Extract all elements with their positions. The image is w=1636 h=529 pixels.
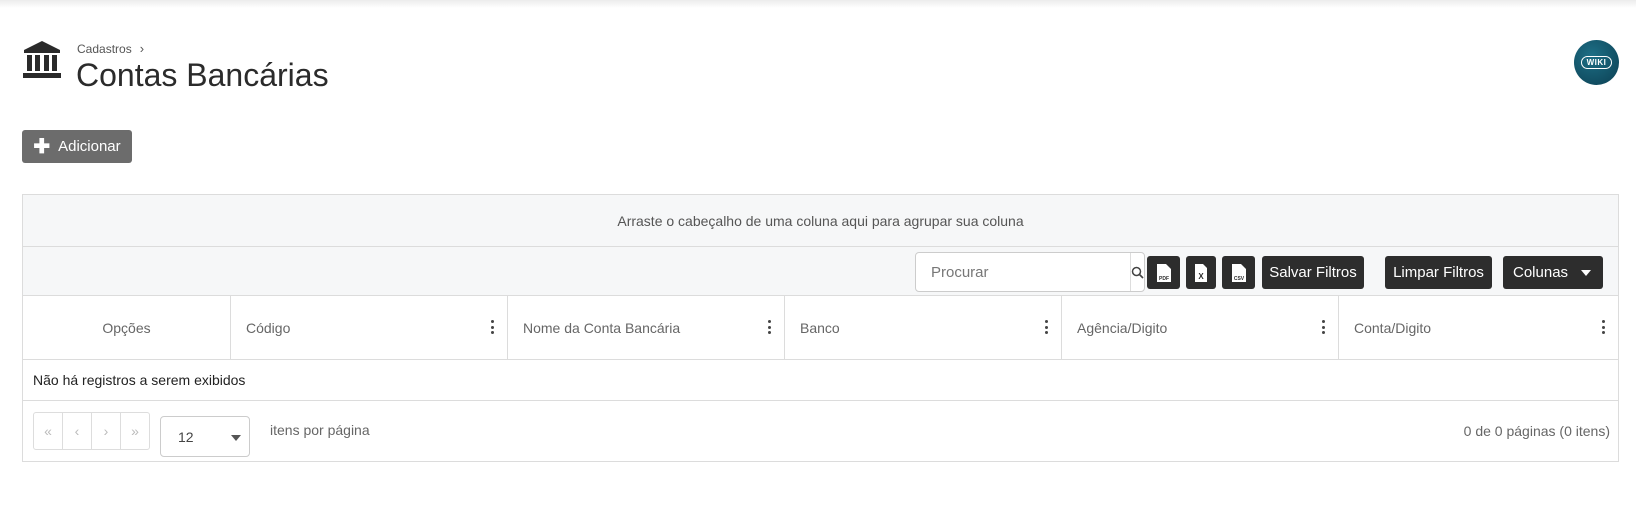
column-header-codigo[interactable]: Código: [231, 296, 508, 359]
column-label: Opções: [102, 319, 151, 336]
columns-button-label: Colunas: [1513, 264, 1569, 281]
prev-page-button[interactable]: ‹: [63, 413, 92, 449]
clear-filters-button[interactable]: Limpar Filtros: [1385, 256, 1492, 289]
export-pdf-button[interactable]: PDF: [1147, 256, 1180, 289]
pager: « ‹ › » 12 itens por página 0 de 0 págin…: [23, 401, 1618, 461]
top-bar-shadow: [0, 0, 1636, 8]
export-csv-button[interactable]: CSV: [1222, 256, 1255, 289]
breadcrumb-chevron-icon: ›: [139, 41, 145, 56]
column-header-banco[interactable]: Banco: [785, 296, 1062, 359]
column-menu-icon[interactable]: [1045, 320, 1049, 334]
data-grid: Arraste o cabeçalho de uma coluna aqui p…: [22, 194, 1619, 462]
column-header-nome-conta[interactable]: Nome da Conta Bancária: [508, 296, 785, 359]
group-panel[interactable]: Arraste o cabeçalho de uma coluna aqui p…: [23, 195, 1618, 247]
plus-icon: ✚: [33, 135, 51, 158]
pager-info: 0 de 0 páginas (0 itens): [1463, 423, 1610, 439]
page-header: Cadastros › Contas Bancárias: [22, 38, 1622, 94]
page-title: Contas Bancárias: [76, 57, 329, 93]
search-box: [915, 252, 1145, 292]
column-label: Conta/Digito: [1354, 319, 1432, 336]
column-menu-icon[interactable]: [491, 320, 495, 334]
column-label: Código: [246, 319, 291, 336]
grid-toolbar: PDF X CSV Salvar Filtros Limpar Filtros …: [23, 247, 1618, 296]
column-label: Banco: [800, 319, 840, 336]
save-filters-button[interactable]: Salvar Filtros: [1262, 256, 1364, 289]
export-excel-button[interactable]: X: [1186, 256, 1216, 289]
group-panel-hint: Arraste o cabeçalho de uma coluna aqui p…: [617, 212, 1024, 229]
excel-label: X: [1198, 272, 1204, 281]
column-label: Nome da Conta Bancária: [523, 319, 681, 336]
caret-down-icon: [1581, 270, 1591, 276]
caret-down-icon: [231, 435, 241, 441]
search-button[interactable]: [1130, 253, 1144, 291]
pdf-label: PDF: [1159, 276, 1169, 282]
no-records-message: Não há registros a serem exibidos: [23, 360, 1618, 401]
page-size-value: 12: [178, 428, 194, 445]
excel-file-icon: X: [1195, 263, 1207, 282]
column-header-conta[interactable]: Conta/Digito: [1339, 296, 1618, 359]
table-header: Opções Código Nome da Conta Bancária Ban…: [23, 296, 1618, 360]
breadcrumb: Cadastros ›: [77, 41, 144, 56]
pager-nav: « ‹ › »: [33, 412, 150, 450]
first-page-button[interactable]: «: [34, 413, 63, 449]
search-icon: [1131, 266, 1144, 279]
search-input[interactable]: [916, 253, 1130, 291]
pdf-file-icon: PDF: [1156, 263, 1171, 282]
wiki-label: WIKI: [1580, 56, 1613, 69]
breadcrumb-cadastros[interactable]: Cadastros: [77, 42, 132, 56]
csv-label: CSV: [1233, 276, 1244, 282]
last-page-button[interactable]: »: [121, 413, 149, 449]
bank-icon: [23, 41, 61, 78]
wiki-button[interactable]: WIKI: [1574, 40, 1619, 85]
csv-file-icon: CSV: [1231, 263, 1246, 282]
column-label: Agência/Digito: [1077, 319, 1168, 336]
column-menu-icon[interactable]: [768, 320, 772, 334]
columns-dropdown-button[interactable]: Colunas: [1503, 256, 1603, 289]
column-header-opcoes[interactable]: Opções: [23, 296, 231, 359]
add-button-label: Adicionar: [58, 138, 121, 155]
next-page-button[interactable]: ›: [92, 413, 121, 449]
page-size-select[interactable]: 12: [160, 416, 250, 457]
items-per-page-label: itens por página: [270, 422, 370, 438]
add-button[interactable]: ✚ Adicionar: [22, 130, 132, 163]
column-header-agencia[interactable]: Agência/Digito: [1062, 296, 1339, 359]
column-menu-icon[interactable]: [1322, 320, 1326, 334]
column-menu-icon[interactable]: [1602, 320, 1606, 334]
